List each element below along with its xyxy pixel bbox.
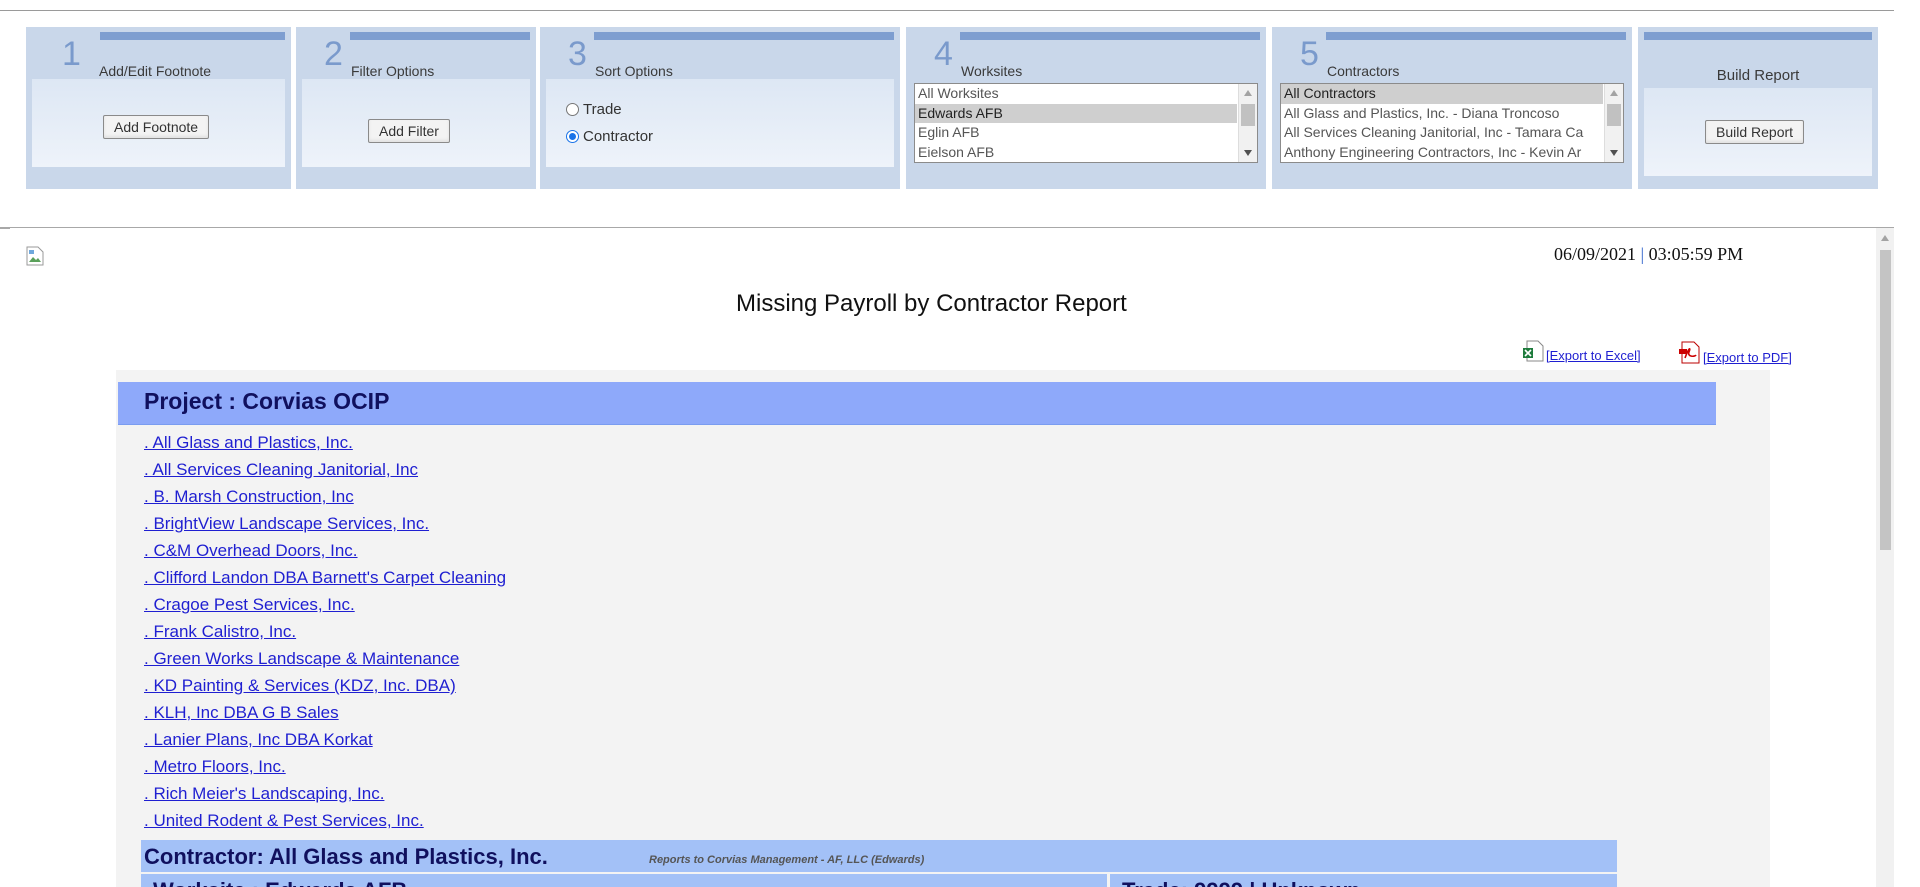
step-header-bar: [1644, 32, 1872, 40]
step-title: Build Report: [1716, 67, 1800, 84]
step-header-bar: [1326, 32, 1626, 40]
reports-to-note: Reports to Corvias Management - AF, LLC …: [649, 854, 925, 866]
contractor-link[interactable]: . KD Painting & Services (KDZ, Inc. DBA): [144, 672, 506, 699]
step-body: Add Footnote: [32, 79, 285, 167]
build-report-button[interactable]: Build Report: [1705, 120, 1805, 144]
step-body: Build Report: [1644, 88, 1872, 176]
export-excel-label[interactable]: [Export to Excel]: [1546, 348, 1641, 363]
add-filter-button[interactable]: Add Filter: [368, 119, 450, 143]
worksite-option-selected[interactable]: Edwards AFB: [915, 103, 1237, 123]
contractor-link[interactable]: . United Rodent & Pest Services, Inc.: [144, 807, 506, 834]
worksite-header: Worksite : Edwards AFB: [141, 874, 1107, 887]
scroll-up-icon[interactable]: [1881, 235, 1889, 241]
contractor-link[interactable]: . Cragoe Pest Services, Inc.: [144, 591, 506, 618]
scroll-up-icon[interactable]: [1244, 90, 1252, 96]
scroll-down-icon[interactable]: [1244, 150, 1252, 156]
scroll-down-icon[interactable]: [1610, 150, 1618, 156]
page-title: Missing Payroll by Contractor Report: [736, 290, 1127, 317]
scroll-thumb[interactable]: [1241, 104, 1255, 126]
contractor-link[interactable]: . All Services Cleaning Janitorial, Inc: [144, 456, 506, 483]
contractor-option-selected[interactable]: All Contractors: [1281, 84, 1603, 104]
step-title: Add/Edit Footnote: [99, 63, 212, 79]
export-pdf-label[interactable]: [Export to PDF]: [1703, 350, 1792, 365]
export-excel-link[interactable]: [Export to Excel]: [1522, 339, 1641, 363]
sort-contractor-label: Contractor: [583, 128, 654, 145]
contractors-scrollbar[interactable]: [1604, 84, 1623, 162]
step-header-bar: [594, 32, 894, 40]
sort-contractor-radio[interactable]: [566, 130, 579, 143]
step-number: 4: [934, 35, 953, 73]
sort-trade-label: Trade: [583, 101, 622, 118]
worksite-option[interactable]: All Worksites: [915, 84, 1237, 104]
contractor-link[interactable]: . KLH, Inc DBA G B Sales: [144, 699, 506, 726]
report-builder-toolbar: 1 Add/Edit Footnote Add Footnote 2 Filte…: [0, 10, 1894, 229]
worksites-scrollbar[interactable]: [1238, 84, 1257, 162]
step-build-report: Build Report Build Report: [1638, 27, 1878, 189]
worksite-header-title: Worksite : Edwards AFB: [153, 878, 407, 887]
step-sort-options: 3 Sort Options Trade Contractor: [540, 27, 900, 189]
report-date: 06/09/2021: [1554, 244, 1637, 264]
step-add-footnote: 1 Add/Edit Footnote Add Footnote: [26, 27, 291, 189]
report-time: 03:05:59 PM: [1648, 244, 1744, 264]
contractor-link[interactable]: . Green Works Landscape & Maintenance: [144, 645, 506, 672]
step-filter-options: 2 Filter Options Add Filter: [296, 27, 536, 189]
step-contractors: 5 Contractors All Contractors All Glass …: [1272, 27, 1632, 189]
step-title: Contractors: [1327, 63, 1400, 79]
scroll-thumb[interactable]: [1880, 250, 1891, 550]
contractor-header-title: Contractor: All Glass and Plastics, Inc.: [144, 844, 548, 869]
contractor-header: Contractor: All Glass and Plastics, Inc.…: [141, 840, 1617, 872]
add-footnote-button[interactable]: Add Footnote: [103, 115, 210, 139]
contractor-link[interactable]: . C&M Overhead Doors, Inc.: [144, 537, 506, 564]
report-timestamp: 06/09/2021 | 03:05:59 PM: [1554, 244, 1743, 265]
step-number: 2: [324, 35, 343, 73]
step-title: Worksites: [961, 63, 1023, 79]
step-header-bar: [100, 32, 285, 40]
contractor-link[interactable]: . Clifford Landon DBA Barnett's Carpet C…: [144, 564, 506, 591]
contractor-option[interactable]: All Glass and Plastics, Inc. - Diana Tro…: [1281, 104, 1603, 124]
report-scrollbar[interactable]: [1876, 228, 1894, 887]
step-header-bar: [960, 32, 1260, 40]
scroll-up-icon[interactable]: [1610, 90, 1618, 96]
step-body: Add Filter: [302, 79, 530, 167]
step-title: Filter Options: [351, 63, 435, 79]
contractor-link[interactable]: . All Glass and Plastics, Inc.: [144, 429, 506, 456]
step-number: 3: [568, 35, 587, 73]
excel-icon[interactable]: [1522, 339, 1546, 363]
worksite-option[interactable]: Eielson AFB: [915, 143, 1237, 163]
contractor-option[interactable]: All Services Cleaning Janitorial, Inc - …: [1281, 123, 1603, 143]
step-body: Trade Contractor: [546, 79, 894, 167]
contractor-link[interactable]: . Lanier Plans, Inc DBA Korkat: [144, 726, 506, 753]
sort-trade-option[interactable]: Trade: [566, 101, 622, 118]
project-title: Project : Corvias OCIP: [144, 388, 390, 414]
contractor-option[interactable]: Anthony Engineering Contractors, Inc - K…: [1281, 143, 1603, 163]
project-header: Project : Corvias OCIP: [118, 382, 1716, 425]
contractor-link-list: . All Glass and Plastics, Inc. . All Ser…: [144, 429, 506, 834]
contractor-link[interactable]: . Frank Calistro, Inc.: [144, 618, 506, 645]
step-header-bar: [350, 32, 530, 40]
sort-contractor-option[interactable]: Contractor: [566, 128, 653, 145]
trade-header-title: Trade: 9999 | Unknown: [1122, 878, 1360, 887]
pdf-icon[interactable]: [1677, 339, 1703, 365]
sort-trade-radio[interactable]: [566, 103, 579, 116]
report-frame: 06/09/2021 | 03:05:59 PM Missing Payroll…: [10, 228, 1894, 887]
contractor-link[interactable]: . BrightView Landscape Services, Inc.: [144, 510, 506, 537]
broken-image-icon: [26, 246, 44, 266]
step-worksites: 4 Worksites All Worksites Edwards AFB Eg…: [906, 27, 1266, 189]
contractor-link[interactable]: . B. Marsh Construction, Inc: [144, 483, 506, 510]
step-title: Sort Options: [595, 63, 673, 79]
contractor-link[interactable]: . Rich Meier's Landscaping, Inc.: [144, 780, 506, 807]
step-number: 1: [62, 35, 81, 73]
timestamp-separator: |: [1640, 244, 1645, 264]
worksites-listbox[interactable]: All Worksites Edwards AFB Eglin AFB Eiel…: [914, 83, 1258, 163]
scroll-thumb[interactable]: [1607, 104, 1621, 126]
worksite-option[interactable]: Eglin AFB: [915, 123, 1237, 143]
contractor-link[interactable]: . Metro Floors, Inc.: [144, 753, 506, 780]
trade-header: Trade: 9999 | Unknown: [1110, 874, 1617, 887]
step-number: 5: [1300, 35, 1319, 73]
contractors-listbox[interactable]: All Contractors All Glass and Plastics, …: [1280, 83, 1624, 163]
export-pdf-link[interactable]: [Export to PDF]: [1677, 339, 1792, 365]
